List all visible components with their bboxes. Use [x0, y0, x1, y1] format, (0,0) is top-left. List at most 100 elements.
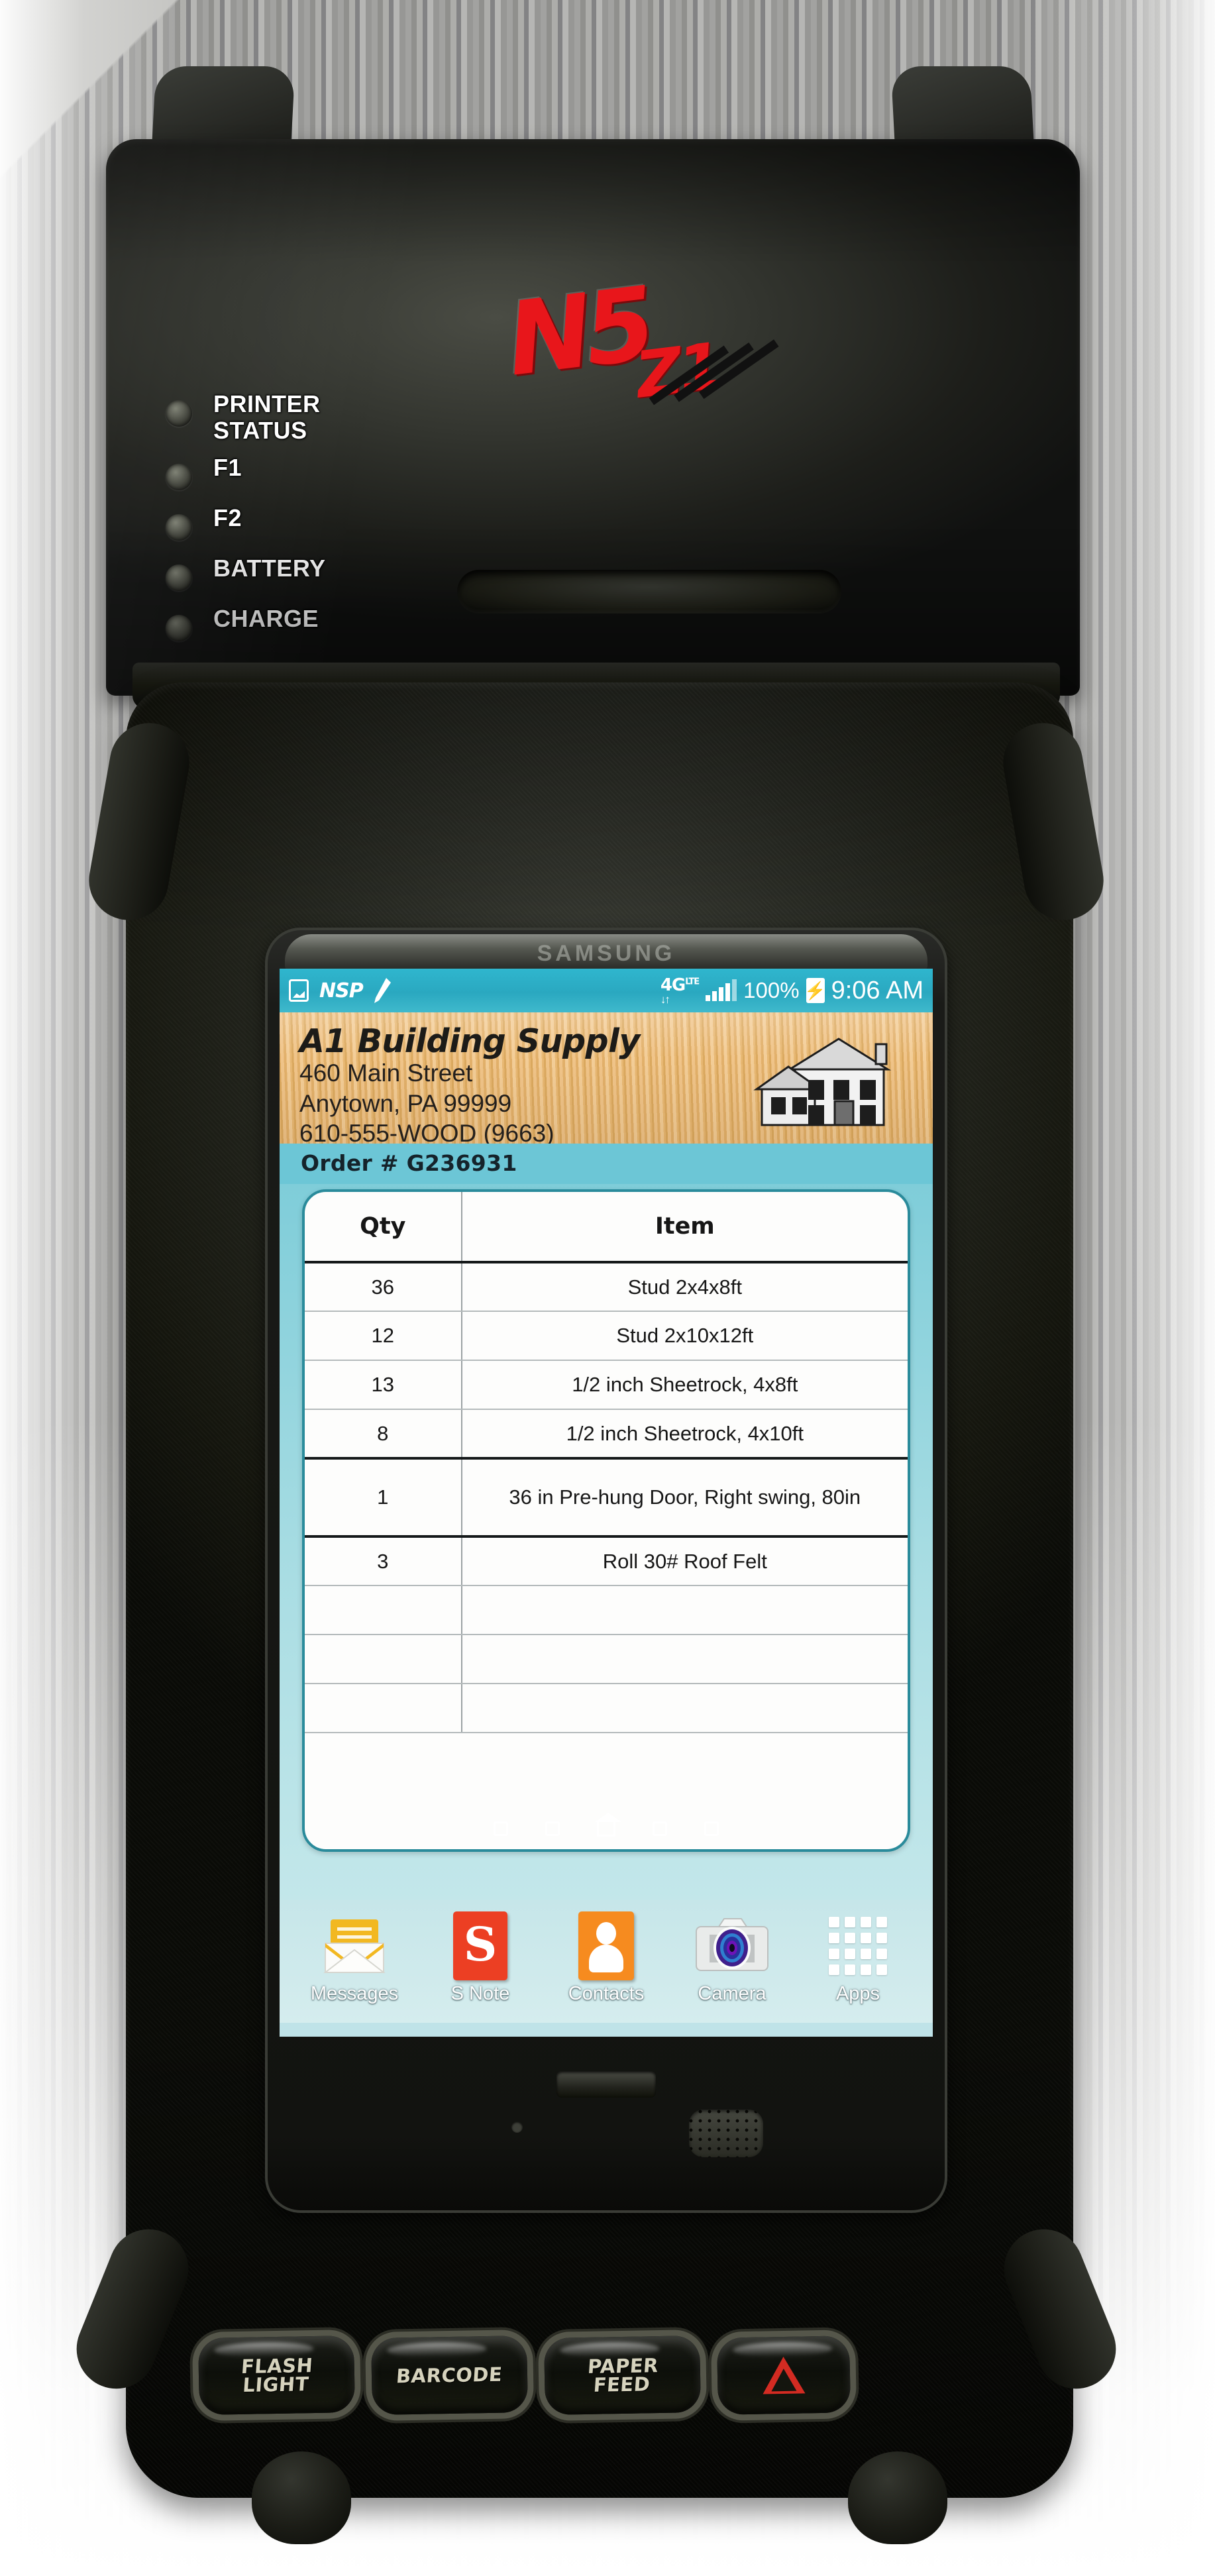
table-row-empty[interactable] [305, 1635, 908, 1684]
screenshot-icon [289, 979, 309, 1002]
status-bar-right-icons: 4GLTE ↓↑ 100% ⚡ 9:06 AM [660, 977, 924, 1005]
recents-icon[interactable] [494, 1821, 508, 1836]
warning-triangle-icon [763, 2356, 806, 2394]
emergency-button[interactable] [717, 2335, 851, 2415]
led-f1-icon [166, 464, 192, 490]
cell-qty: 8 [305, 1409, 462, 1460]
led-charge-label: CHARGE [213, 605, 319, 632]
menu-icon[interactable] [653, 1821, 667, 1836]
led-row-charge: CHARGE [166, 606, 444, 656]
business-header: A1 Building Supply 460 Main Street Anyto… [280, 1012, 933, 1144]
flash-light-button[interactable]: FLASH LIGHT [198, 2335, 355, 2416]
cell-qty: 12 [305, 1311, 462, 1361]
led-row-f2: F2 [166, 505, 444, 555]
usb-port [556, 2071, 656, 2098]
button-gloss [733, 2341, 833, 2358]
dock-label-camera: Camera [698, 1983, 766, 2004]
led-indicator-list: PRINTER STATUS F1 F2 BATTERY CHARGE [166, 391, 444, 656]
cell-qty [305, 1585, 462, 1635]
pencil-icon [374, 978, 391, 1003]
signal-strength-icon [706, 979, 737, 1001]
paper-exit-slot [457, 570, 841, 614]
table-row[interactable]: 36 Stud 2x4x8ft [305, 1262, 908, 1312]
camera-icon [679, 1911, 785, 1980]
led-row-f1: F1 [166, 455, 444, 505]
nsp-icon: NSP [319, 979, 364, 1002]
printer-module: N5 Z1 PRINTER STATUS F1 F2 BATTERY CHARG… [106, 139, 1080, 727]
led-printer-status-icon [166, 400, 192, 427]
network-type-icon: 4GLTE ↓↑ [660, 975, 700, 1006]
cell-qty: 1 [305, 1458, 462, 1538]
led-battery-label: BATTERY [213, 555, 326, 582]
table-row[interactable]: 13 1/2 inch Sheetrock, 4x8ft [305, 1360, 908, 1410]
phone-brand-label: SAMSUNG [537, 941, 676, 966]
led-battery-icon [166, 564, 192, 591]
cell-item: 36 in Pre-hung Door, Right swing, 80in [461, 1458, 908, 1538]
logo-slash-3 [699, 339, 779, 400]
button-gloss [387, 2341, 487, 2358]
speaker-grille [689, 2110, 763, 2157]
table-header-row: Qty Item [305, 1192, 908, 1263]
cell-item: Stud 2x4x8ft [461, 1262, 908, 1312]
logo-z1-text: Z1 [632, 329, 723, 413]
cell-item: 1/2 inch Sheetrock, 4x8ft [461, 1360, 908, 1410]
led-charge-icon [166, 615, 192, 641]
table-row[interactable]: 1 36 in Pre-hung Door, Right swing, 80in [305, 1458, 908, 1538]
dock-item-camera[interactable]: Camera [679, 1911, 785, 2005]
dock-label-contacts: Contacts [568, 1983, 645, 2004]
led-f1-label: F1 [213, 454, 242, 481]
phone-screen[interactable]: NSP 4GLTE ↓↑ 100% ⚡ 9:06 AM A1 Building … [280, 969, 933, 2037]
dock-item-messages[interactable]: Messages [301, 1911, 407, 2005]
table-row[interactable]: 3 Roll 30# Roof Felt [305, 1536, 908, 1586]
order-card[interactable]: Qty Item 36 Stud 2x4x8ft 12 Stud 2x10x12… [302, 1189, 910, 1852]
battery-percent-label: 100% [743, 978, 800, 1002]
cell-item: Stud 2x10x12ft [461, 1311, 908, 1361]
led-f2-icon [166, 514, 192, 541]
soft-navigation-bar [280, 1809, 933, 1848]
data-transfer-arrows-icon: ↓↑ [660, 993, 670, 1006]
back-icon[interactable] [545, 1821, 560, 1836]
battery-charging-icon: ⚡ [804, 978, 826, 1003]
paper-feed-button[interactable]: PAPER FEED [544, 2335, 701, 2416]
dock-label-s-note: S Note [450, 1983, 510, 2004]
cell-item: 1/2 inch Sheetrock, 4x10ft [461, 1409, 908, 1460]
logo-n5-text: N5 [501, 265, 656, 399]
search-nav-icon[interactable] [704, 1821, 719, 1836]
dock-item-contacts[interactable]: Contacts [553, 1911, 659, 2005]
table-row-empty[interactable] [305, 1585, 908, 1635]
order-card-area: Qty Item 36 Stud 2x4x8ft 12 Stud 2x10x12… [280, 1184, 933, 1900]
cell-item [461, 1684, 908, 1733]
cell-qty [305, 1684, 462, 1733]
house-illustration-icon [753, 1038, 892, 1126]
app-dock: Messages S S Note Contacts Camera Apps [280, 1900, 933, 2023]
case-foot-right [848, 2451, 947, 2544]
logo-slash-1 [649, 345, 729, 405]
apps-grid-icon [805, 1911, 911, 1980]
barcode-button[interactable]: BARCODE [371, 2335, 528, 2416]
mail-icon [301, 1911, 407, 1980]
led-printer-status-label: PRINTER STATUS [213, 390, 321, 444]
cell-item: Roll 30# Roof Felt [461, 1536, 908, 1586]
clock-label: 9:06 AM [831, 976, 924, 1004]
dock-item-apps[interactable]: Apps [805, 1911, 911, 2005]
cell-item [461, 1635, 908, 1684]
dock-item-s-note[interactable]: S S Note [427, 1911, 533, 2005]
table-row[interactable]: 12 Stud 2x10x12ft [305, 1311, 908, 1361]
hardware-button-row: FLASH LIGHT BARCODE PAPER FEED [198, 2319, 927, 2432]
barcode-button-label: BARCODE [396, 2363, 503, 2388]
screenshot-root: N5 Z1 PRINTER STATUS F1 F2 BATTERY CHARG… [0, 0, 1215, 2576]
android-status-bar: NSP 4GLTE ↓↑ 100% ⚡ 9:06 AM [280, 969, 933, 1012]
s-note-icon: S [427, 1911, 533, 1980]
flash-light-button-label: FLASH LIGHT [240, 2353, 314, 2396]
cell-qty: 3 [305, 1536, 462, 1586]
table-row[interactable]: 8 1/2 inch Sheetrock, 4x10ft [305, 1409, 908, 1460]
cell-qty: 36 [305, 1262, 462, 1312]
order-number-bar: Order # G236931 [280, 1144, 933, 1184]
n5-brand-logo: N5 Z1 [496, 253, 829, 443]
smartphone: SAMSUNG NSP 4GLTE ↓↑ 100% ⚡ 9:06 AM A1 B… [265, 928, 947, 2213]
contacts-icon [553, 1911, 659, 1980]
microphone-hole [511, 2121, 523, 2133]
s-note-glyph: S [463, 1917, 498, 1972]
home-icon[interactable] [595, 1813, 621, 1837]
table-row-empty[interactable] [305, 1684, 908, 1733]
